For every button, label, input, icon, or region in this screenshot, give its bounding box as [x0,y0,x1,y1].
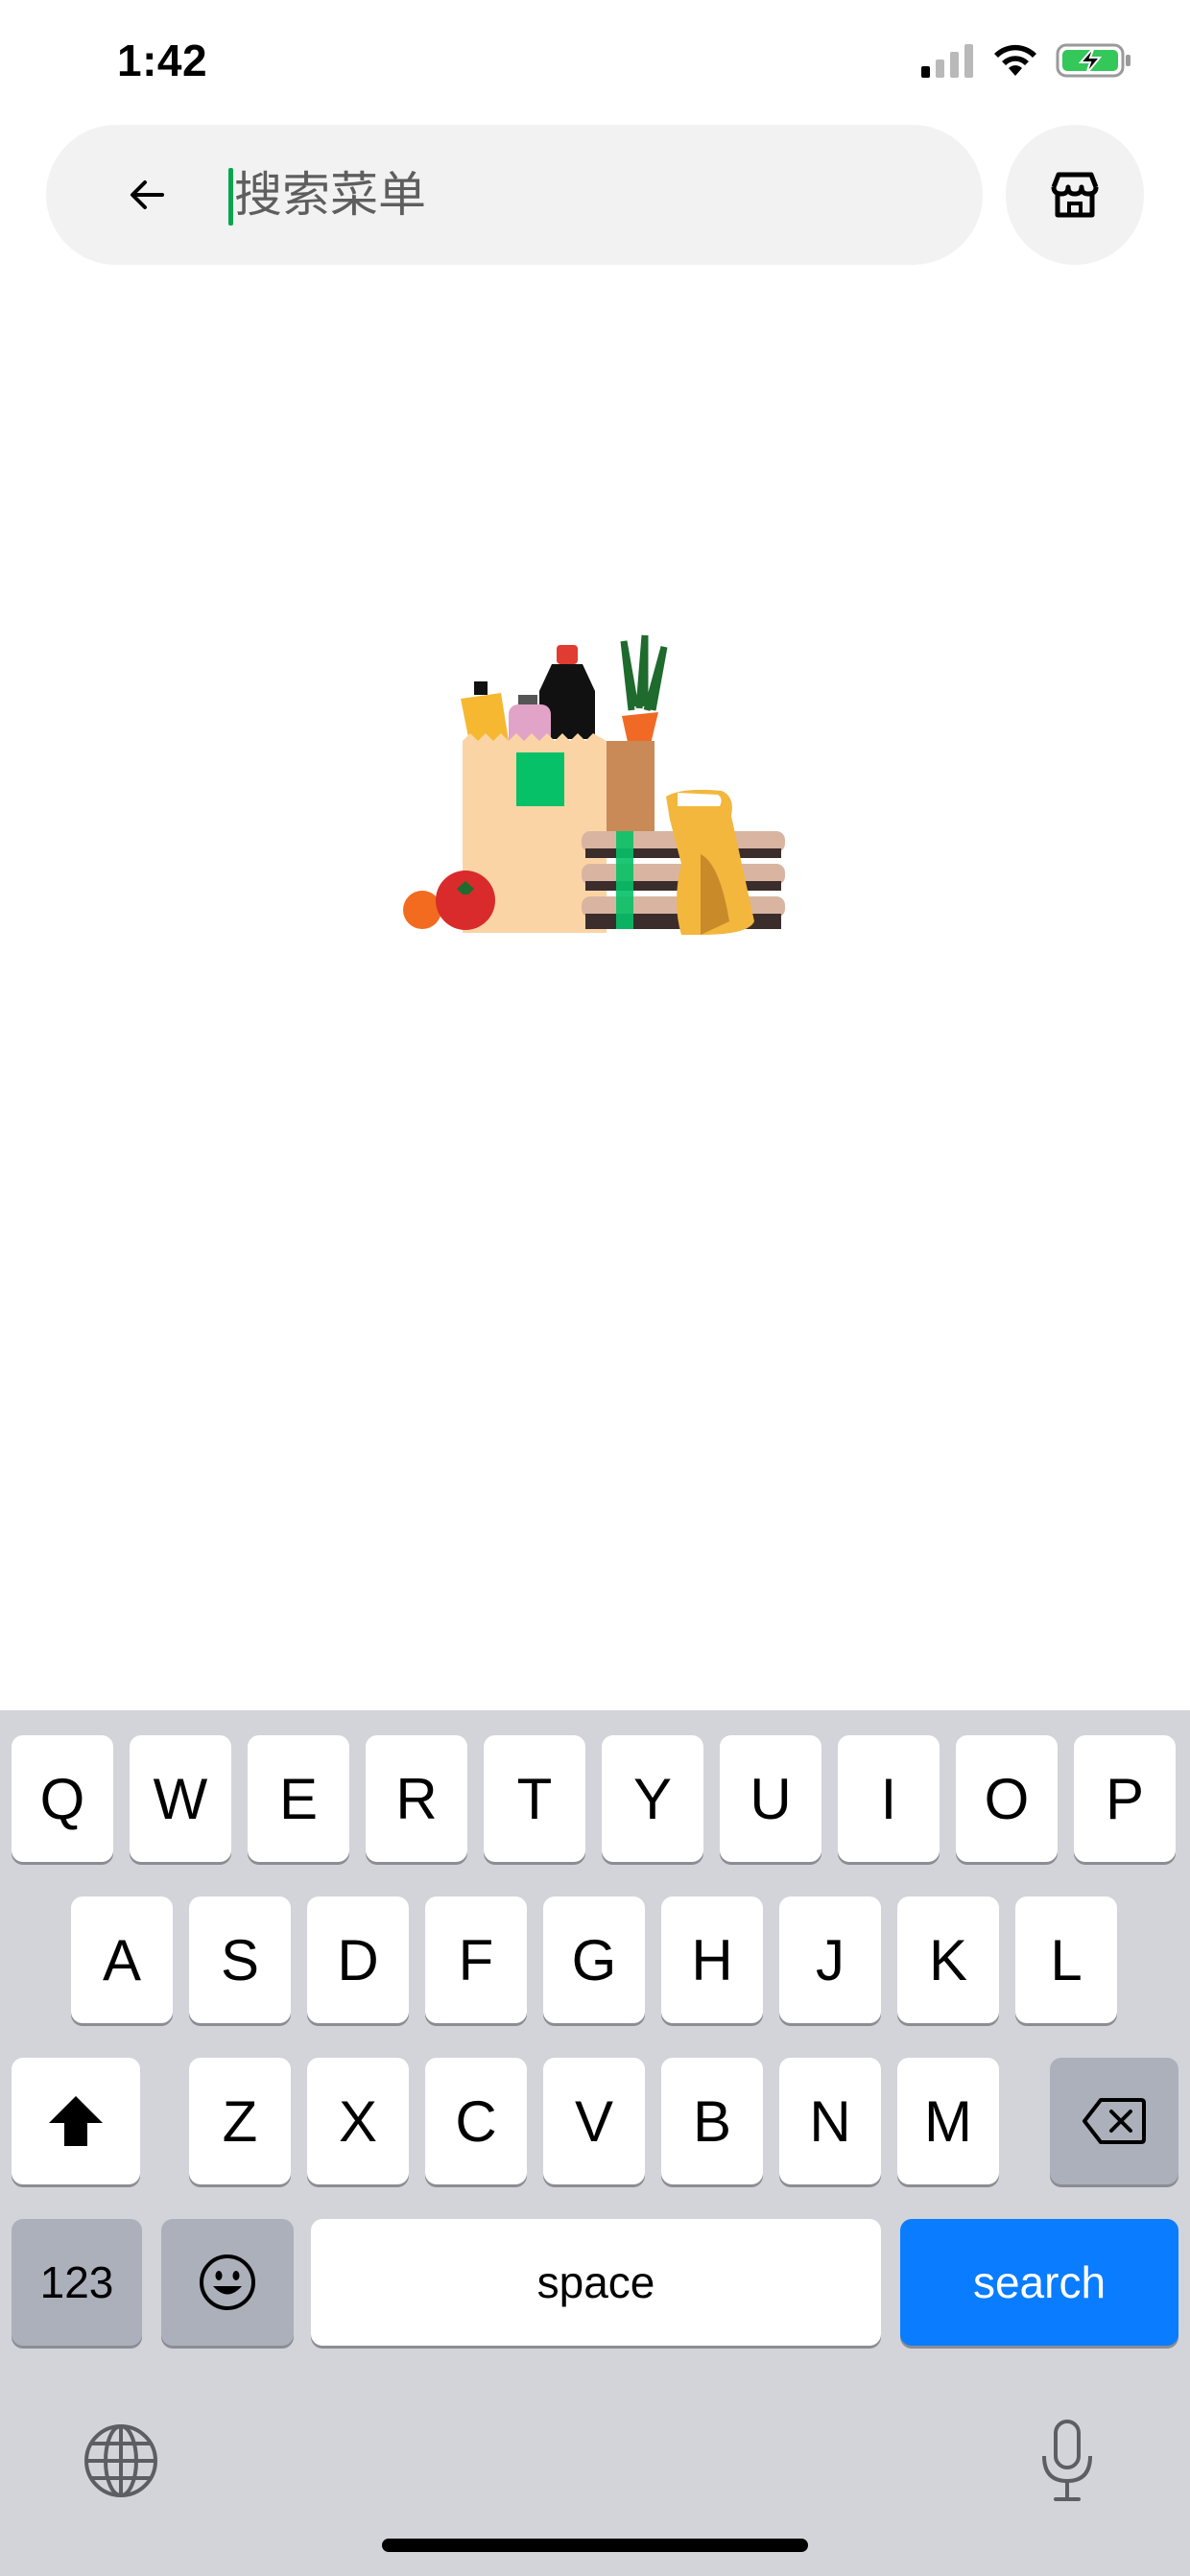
search-key[interactable]: search [900,2219,1178,2346]
key-h[interactable]: H [661,1896,763,2023]
key-u[interactable]: U [720,1735,821,1862]
text-cursor [228,168,233,226]
key-q[interactable]: Q [12,1735,113,1862]
status-icons [921,42,1132,79]
key-f[interactable]: F [425,1896,527,2023]
keyboard: Q W E R T Y U I O P A S D F G H J K L Z … [0,1710,1190,2576]
delete-key[interactable] [1050,2058,1178,2184]
key-r[interactable]: R [366,1735,467,1862]
arrow-left-icon [131,180,164,209]
key-t[interactable]: T [484,1735,585,1862]
space-key[interactable]: space [311,2219,881,2346]
shift-key[interactable] [12,2058,140,2184]
key-k[interactable]: K [897,1896,999,2023]
search-input[interactable] [234,159,906,230]
storefront-icon [1051,172,1099,218]
key-x[interactable]: X [307,2058,409,2184]
globe-button[interactable] [81,2421,161,2501]
battery-charging-icon [1056,43,1130,78]
key-m[interactable]: M [897,2058,999,2184]
key-b[interactable]: B [661,2058,763,2184]
numbers-key[interactable]: 123 [12,2219,142,2346]
key-w[interactable]: W [130,1735,231,1862]
home-indicator[interactable] [382,2539,808,2552]
key-i[interactable]: I [838,1735,940,1862]
dictation-button[interactable] [1027,2413,1107,2509]
key-l[interactable]: L [1015,1896,1117,2023]
key-g[interactable]: G [543,1896,645,2023]
emoji-icon [200,2254,255,2310]
key-e[interactable]: E [248,1735,349,1862]
key-y[interactable]: Y [602,1735,703,1862]
key-a[interactable]: A [71,1896,173,2023]
key-c[interactable]: C [425,2058,527,2184]
key-j[interactable]: J [779,1896,881,2023]
grocery-bag-illustration [393,633,797,941]
key-d[interactable]: D [307,1896,409,2023]
key-p[interactable]: P [1074,1735,1176,1862]
key-v[interactable]: V [543,2058,645,2184]
store-button[interactable] [1006,125,1144,265]
key-s[interactable]: S [189,1896,291,2023]
emoji-key[interactable] [161,2219,294,2346]
status-time: 1:42 [117,36,208,85]
cellular-signal-icon [921,44,973,78]
microphone-icon [1042,2420,1092,2501]
search-bar[interactable] [46,125,983,265]
globe-icon [84,2424,157,2497]
key-n[interactable]: N [779,2058,881,2184]
shift-icon [49,2096,103,2146]
wifi-icon [994,44,1036,76]
key-z[interactable]: Z [189,2058,291,2184]
status-bar: 1:42 [0,0,1190,125]
backspace-icon [1083,2098,1146,2144]
key-o[interactable]: O [956,1735,1058,1862]
back-button[interactable] [113,161,180,228]
